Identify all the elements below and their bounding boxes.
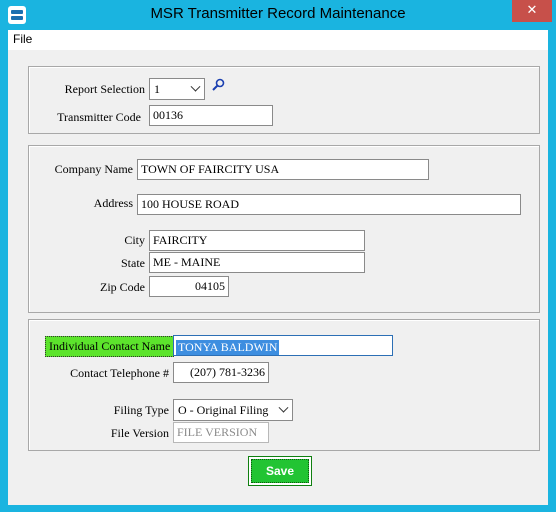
- city-field[interactable]: FAIRCITY: [149, 230, 365, 251]
- contact-telephone-field[interactable]: (207) 781-3236: [173, 362, 269, 383]
- state-field[interactable]: ME - MAINE: [149, 252, 365, 273]
- contact-telephone-label: Contact Telephone #: [70, 366, 169, 380]
- filing-type-value: O - Original Filing: [178, 403, 269, 417]
- zip-code-field[interactable]: 04105: [149, 276, 229, 297]
- selected-text: TONYA BALDWIN: [176, 340, 280, 355]
- save-button[interactable]: Save: [248, 456, 312, 486]
- save-label: Save: [265, 464, 295, 478]
- filing-type-dropdown[interactable]: O - Original Filing: [173, 399, 293, 421]
- report-panel: Report Selection 1 Transmitter Code 0013…: [28, 66, 540, 134]
- chevron-down-icon: [190, 81, 201, 92]
- transmitter-code-field[interactable]: 00136: [149, 105, 273, 126]
- title-bar[interactable]: MSR Transmitter Record Maintenance ✕: [0, 0, 556, 30]
- chevron-down-icon: [278, 402, 289, 413]
- report-selection-dropdown[interactable]: 1: [149, 78, 205, 100]
- menu-bar: File: [8, 30, 548, 50]
- city-label: City: [124, 233, 145, 247]
- file-version-field[interactable]: FILE VERSION: [173, 422, 269, 443]
- state-label: State: [121, 256, 145, 270]
- company-panel: Company Name TOWN OF FAIRCITY USA Addres…: [28, 145, 540, 313]
- contact-panel: Individual Contact Name TONYA BALDWIN Co…: [28, 319, 540, 451]
- report-selection-label: Report Selection: [64, 82, 145, 96]
- file-version-label: File Version: [110, 426, 169, 440]
- address-field[interactable]: 100 HOUSE ROAD: [137, 194, 521, 215]
- search-icon[interactable]: [211, 78, 225, 92]
- individual-contact-name-label: Individual Contact Name: [45, 336, 175, 357]
- company-name-label: Company Name: [54, 162, 133, 176]
- company-name-field[interactable]: TOWN OF FAIRCITY USA: [137, 159, 429, 180]
- transmitter-code-label: Transmitter Code: [57, 110, 141, 124]
- menu-file[interactable]: File: [13, 32, 32, 46]
- form-body: Report Selection 1 Transmitter Code 0013…: [8, 50, 548, 505]
- app-window: MSR Transmitter Record Maintenance ✕ Fil…: [0, 0, 556, 512]
- individual-contact-name-field[interactable]: TONYA BALDWIN: [173, 335, 393, 356]
- filing-type-label: Filing Type: [113, 403, 169, 417]
- close-button[interactable]: ✕: [512, 0, 552, 22]
- zip-code-label: Zip Code: [100, 280, 145, 294]
- address-label: Address: [93, 196, 133, 210]
- save-button-face[interactable]: Save: [251, 459, 309, 483]
- report-selection-value: 1: [154, 82, 160, 96]
- window-title: MSR Transmitter Record Maintenance: [150, 5, 406, 22]
